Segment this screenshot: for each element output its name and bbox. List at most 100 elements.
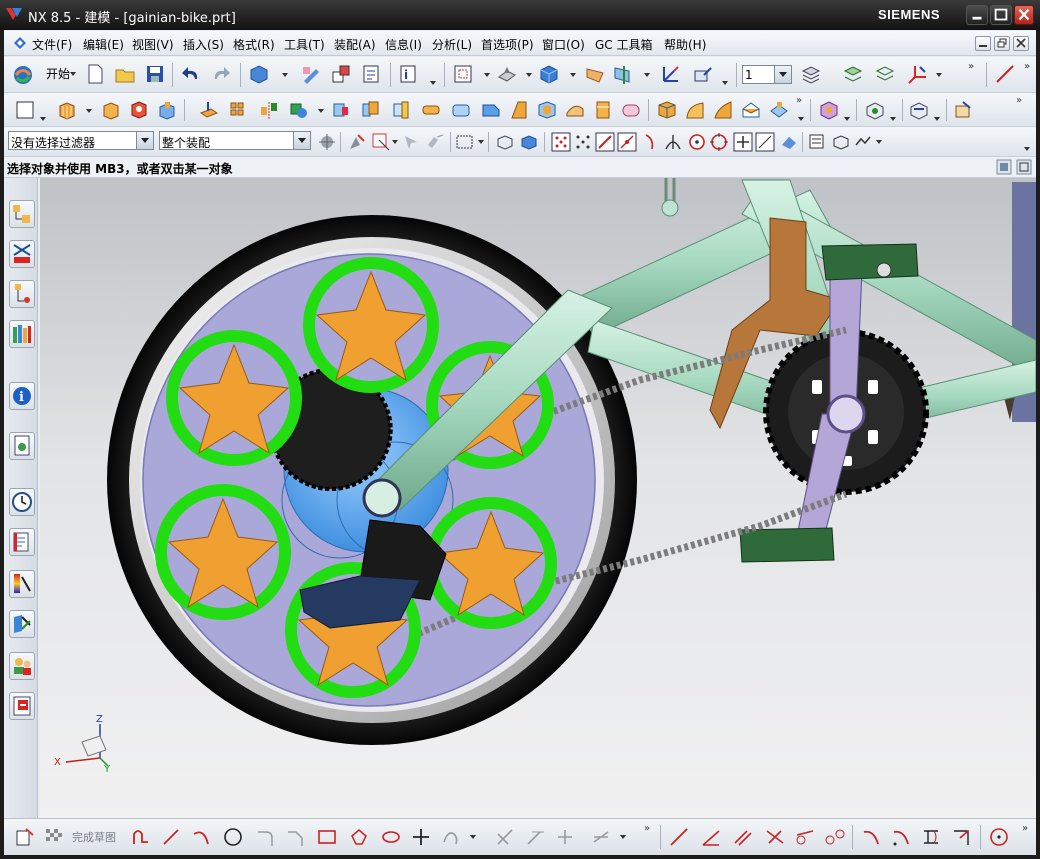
- arc-three-point-icon[interactable]: [860, 826, 882, 848]
- dropdown-arrow[interactable]: [644, 73, 650, 77]
- basic-curve-line-icon[interactable]: [668, 826, 690, 848]
- selection-scope-dropdown[interactable]: 整个装配: [159, 131, 311, 150]
- menu-assembly[interactable]: 装配(A): [334, 36, 376, 53]
- menu-gc-toolbox[interactable]: GC 工具箱: [595, 36, 653, 53]
- star-ring-upper-left[interactable]: [166, 330, 302, 466]
- fit-view-icon[interactable]: [452, 63, 474, 85]
- show-hide-icon[interactable]: [330, 63, 352, 85]
- toolbar-overflow-icon[interactable]: »: [1016, 95, 1022, 106]
- redo-icon[interactable]: [210, 63, 232, 85]
- intersection-point-icon[interactable]: [662, 131, 684, 153]
- full-screen-toggle-icon[interactable]: [996, 159, 1012, 175]
- rear-dropout[interactable]: [362, 478, 402, 518]
- datum-plane-icon[interactable]: [198, 99, 220, 121]
- view-orientation-icon[interactable]: [496, 63, 518, 85]
- palettes-tab[interactable]: [9, 652, 35, 680]
- rectangle-select-icon[interactable]: [454, 131, 476, 153]
- constraints-icon[interactable]: [590, 826, 612, 848]
- finish-sketch-label[interactable]: 完成草图: [72, 829, 116, 845]
- menu-view[interactable]: 视图(V): [132, 36, 174, 53]
- mdi-restore-button[interactable]: [994, 36, 1010, 51]
- roles-tab[interactable]: [9, 570, 35, 598]
- arc-center-icon[interactable]: [686, 131, 708, 153]
- existing-point-icon[interactable]: [572, 131, 594, 153]
- select-inside-icon[interactable]: [830, 131, 852, 153]
- graphics-window[interactable]: Z X Y: [40, 178, 1036, 818]
- toolbar-overflow-icon[interactable]: »: [1022, 823, 1028, 834]
- type-filter-dropdown[interactable]: 没有选择过滤器: [8, 131, 154, 150]
- intersect-icon[interactable]: [360, 99, 382, 121]
- point-on-surface-icon[interactable]: [754, 131, 776, 153]
- process-studio-tab[interactable]: [9, 488, 35, 516]
- pattern-feature-icon[interactable]: [228, 99, 250, 121]
- save-icon[interactable]: [144, 63, 166, 85]
- sew-icon[interactable]: [620, 99, 642, 121]
- start-button-label[interactable]: 开始: [46, 65, 70, 82]
- shaded-view-icon[interactable]: [538, 63, 560, 85]
- menu-edit[interactable]: 编辑(E): [83, 36, 124, 53]
- chamfer-icon[interactable]: [480, 99, 502, 121]
- offset-region-icon[interactable]: [712, 99, 734, 121]
- deselect-icon[interactable]: [424, 131, 446, 153]
- part-navigator-tab[interactable]: [9, 280, 35, 308]
- layer-settings-icon[interactable]: [360, 63, 382, 85]
- new-file-icon[interactable]: [84, 63, 106, 85]
- dropdown-arrow[interactable]: [936, 73, 942, 77]
- constraint-navigator-tab[interactable]: [9, 240, 35, 268]
- maximize-button[interactable]: [990, 5, 1012, 25]
- point-on-curve-icon[interactable]: [732, 131, 754, 153]
- dropdown-arrow[interactable]: [844, 117, 850, 121]
- toolbar-options-arrow[interactable]: [1024, 147, 1030, 151]
- menu-information[interactable]: 信息(I): [385, 36, 422, 53]
- select-all-icon[interactable]: [400, 131, 422, 153]
- close-button[interactable]: [1014, 5, 1034, 25]
- dropdown-arrow[interactable]: [570, 73, 576, 77]
- system-scenes-tab[interactable]: [9, 610, 35, 638]
- resize-blend-icon[interactable]: [768, 99, 790, 121]
- dropdown-arrow[interactable]: [40, 117, 46, 121]
- quick-trim-icon[interactable]: [494, 826, 516, 848]
- dropdown-arrow[interactable]: [282, 73, 288, 77]
- menu-help[interactable]: 帮助(H): [664, 36, 706, 53]
- menu-file[interactable]: 文件(F): [32, 36, 72, 53]
- copy-to-layer-icon[interactable]: [874, 63, 896, 85]
- bitangent-line-icon[interactable]: [824, 826, 846, 848]
- dropdown-arrow[interactable]: [526, 73, 532, 77]
- boss-icon[interactable]: [156, 99, 178, 121]
- snap-icon[interactable]: [370, 131, 392, 153]
- information-icon[interactable]: i: [398, 63, 420, 85]
- unite-icon[interactable]: [288, 99, 310, 121]
- select-feature-icon[interactable]: [346, 131, 368, 153]
- make-corner-icon[interactable]: [554, 826, 576, 848]
- section-view-icon[interactable]: [584, 63, 606, 85]
- toolbar-overflow-icon[interactable]: »: [1024, 61, 1030, 72]
- chamfer-curve-icon[interactable]: [284, 826, 306, 848]
- menu-preferences[interactable]: 首选项(P): [481, 36, 534, 53]
- hole-icon[interactable]: [128, 99, 150, 121]
- quadrant-point-icon[interactable]: [708, 131, 730, 153]
- parallel-line-icon[interactable]: [732, 826, 754, 848]
- dropdown-arrow[interactable]: [470, 835, 476, 839]
- menu-window[interactable]: 窗口(O): [542, 36, 585, 53]
- profile-icon[interactable]: [130, 826, 152, 848]
- wcs-origin-icon[interactable]: [660, 63, 682, 85]
- pull-face-icon[interactable]: [684, 99, 706, 121]
- select-body-icon[interactable]: [494, 131, 516, 153]
- trim-body-icon[interactable]: [390, 99, 412, 121]
- manufacturing-wizard-tab[interactable]: [9, 528, 35, 556]
- wcs-orient-icon[interactable]: [692, 63, 714, 85]
- rendering-style-icon[interactable]: [248, 63, 270, 85]
- crank-spindle[interactable]: [826, 394, 866, 434]
- general-selection-filter-icon[interactable]: [316, 131, 338, 153]
- chevron-down-icon[interactable]: [136, 132, 153, 149]
- arc-icon[interactable]: [190, 826, 212, 848]
- menu-insert[interactable]: 插入(S): [183, 36, 224, 53]
- lower-pedal[interactable]: [739, 527, 835, 563]
- toolbar-overflow-icon[interactable]: »: [968, 61, 974, 72]
- offset-face-icon[interactable]: [564, 99, 586, 121]
- replace-face-icon[interactable]: [740, 99, 762, 121]
- polygon-icon[interactable]: [348, 826, 370, 848]
- menu-format[interactable]: 格式(R): [233, 36, 275, 53]
- quick-pick-icon[interactable]: [806, 131, 828, 153]
- circle-icon[interactable]: [222, 826, 244, 848]
